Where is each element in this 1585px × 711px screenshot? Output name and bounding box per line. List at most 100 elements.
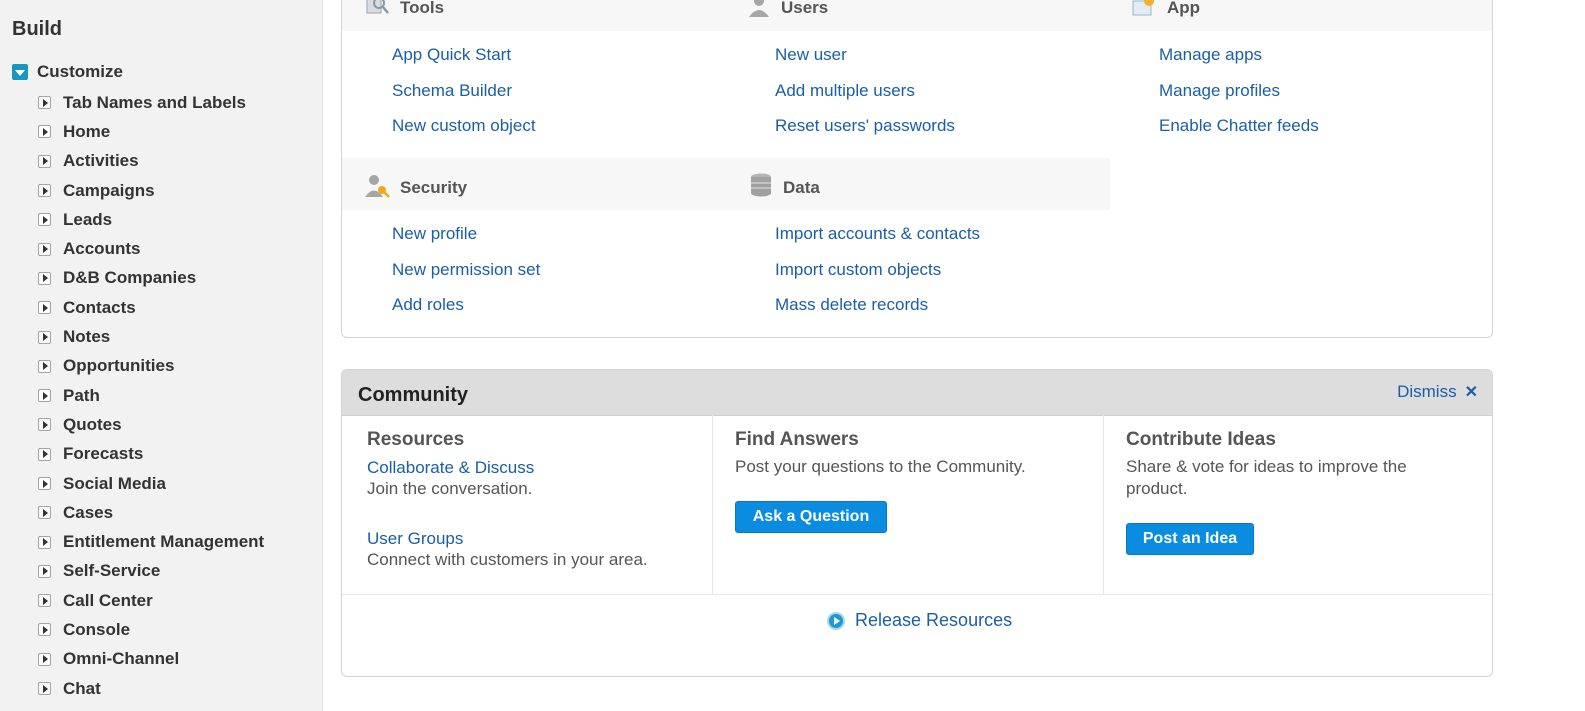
sidebar-item[interactable]: Notes — [38, 322, 264, 351]
sidebar-item-label[interactable]: Omni-Channel — [63, 649, 179, 669]
dismiss-button[interactable]: Dismiss ✕ — [1397, 382, 1478, 402]
new-permission-set-link[interactable]: New permission set — [392, 260, 540, 280]
expand-icon[interactable] — [38, 418, 51, 432]
sidebar-item[interactable]: Call Center — [38, 586, 264, 615]
new-custom-object-link[interactable]: New custom object — [392, 116, 536, 136]
sidebar-item-label[interactable]: Forecasts — [63, 444, 143, 464]
sidebar-item-label[interactable]: Leads — [63, 210, 112, 230]
release-resources-label[interactable]: Release Resources — [855, 610, 1012, 631]
sidebar-item[interactable]: Console — [38, 615, 264, 644]
community-header: Community Dismiss ✕ — [342, 370, 1492, 416]
sidebar-item-label[interactable]: Quotes — [63, 415, 122, 435]
sidebar-customize[interactable]: Customize — [12, 62, 123, 82]
resources-text-1: Join the conversation. — [367, 479, 533, 498]
sidebar-item[interactable]: Forecasts — [38, 440, 264, 469]
reset-passwords-link[interactable]: Reset users' passwords — [775, 116, 955, 136]
contribute-ideas-text: Share & vote for ideas to improve the pr… — [1126, 457, 1407, 498]
expand-icon[interactable] — [38, 184, 51, 198]
dismiss-label[interactable]: Dismiss — [1397, 382, 1457, 402]
expand-icon[interactable] — [38, 564, 51, 578]
sidebar-item-label[interactable]: Path — [63, 386, 100, 406]
import-custom-objects-link[interactable]: Import custom objects — [775, 260, 941, 280]
sidebar-item[interactable]: Contacts — [38, 293, 264, 322]
new-user-link[interactable]: New user — [775, 45, 847, 65]
collaborate-link[interactable]: Collaborate & Discuss — [367, 458, 534, 478]
sidebar-item[interactable]: Leads — [38, 205, 264, 234]
sidebar-item-label[interactable]: D&B Companies — [63, 268, 196, 288]
release-resources-link[interactable]: Release Resources — [827, 610, 1012, 631]
sidebar-item[interactable]: Opportunities — [38, 352, 264, 381]
app-quick-start-link[interactable]: App Quick Start — [392, 45, 511, 65]
column-divider — [712, 415, 713, 594]
play-icon[interactable] — [827, 611, 845, 630]
sidebar-item-label[interactable]: Social Media — [63, 474, 166, 494]
sidebar-item-label[interactable]: Notes — [63, 327, 110, 347]
customize-list: Tab Names and Labels Home Activities Cam… — [38, 88, 264, 703]
sidebar-item-label[interactable]: Opportunities — [63, 356, 174, 376]
sidebar-item[interactable]: Campaigns — [38, 176, 264, 205]
sidebar-item[interactable]: Self-Service — [38, 557, 264, 586]
sidebar-item-label[interactable]: Home — [63, 122, 110, 142]
expand-icon[interactable] — [38, 652, 51, 666]
sidebar-item-label[interactable]: Tab Names and Labels — [63, 93, 246, 113]
expand-icon[interactable] — [38, 96, 51, 110]
sidebar-item-label[interactable]: Chat — [63, 679, 101, 699]
sidebar-item[interactable]: Chat — [38, 674, 264, 703]
user-groups-link[interactable]: User Groups — [367, 529, 463, 549]
expand-icon[interactable] — [38, 389, 51, 403]
sidebar-item[interactable]: Activities — [38, 147, 264, 176]
customize-label[interactable]: Customize — [37, 62, 123, 82]
import-accounts-link[interactable]: Import accounts & contacts — [775, 224, 980, 244]
expand-icon[interactable] — [38, 535, 51, 549]
expand-icon[interactable] — [38, 154, 51, 168]
sidebar-item[interactable]: Quotes — [38, 410, 264, 439]
community-title: Community — [358, 384, 468, 406]
sidebar-item[interactable]: Social Media — [38, 469, 264, 498]
expand-icon[interactable] — [38, 359, 51, 373]
sidebar-item[interactable]: Home — [38, 117, 264, 146]
expand-icon[interactable] — [38, 594, 51, 608]
enable-chatter-link[interactable]: Enable Chatter feeds — [1159, 116, 1319, 136]
mass-delete-link[interactable]: Mass delete records — [775, 295, 928, 315]
sidebar-item-label[interactable]: Activities — [63, 151, 139, 171]
sidebar-item[interactable]: Tab Names and Labels — [38, 88, 264, 117]
ask-question-button[interactable]: Ask a Question — [735, 501, 887, 533]
sidebar-item[interactable]: Accounts — [38, 234, 264, 263]
sidebar-item[interactable]: Entitlement Management — [38, 527, 264, 556]
sidebar-item[interactable]: D&B Companies — [38, 264, 264, 293]
manage-profiles-link[interactable]: Manage profiles — [1159, 81, 1280, 101]
sidebar-item-label[interactable]: Contacts — [63, 298, 136, 318]
expand-icon[interactable] — [38, 447, 51, 461]
sidebar-item-label[interactable]: Self-Service — [63, 561, 160, 581]
new-profile-link[interactable]: New profile — [392, 224, 477, 244]
sidebar-item-label[interactable]: Cases — [63, 503, 113, 523]
expand-icon[interactable] — [38, 682, 51, 696]
expand-icon[interactable] — [38, 477, 51, 490]
sidebar-item-label[interactable]: Campaigns — [63, 181, 155, 201]
expand-icon[interactable] — [38, 623, 51, 637]
quick-links-card: Tools Users App App Quick Start Schema B… — [341, 0, 1493, 338]
add-multiple-users-link[interactable]: Add multiple users — [775, 81, 915, 101]
expand-icon[interactable] — [38, 301, 51, 315]
community-card: Community Dismiss ✕ Resources Collaborat… — [341, 369, 1493, 677]
collapse-icon[interactable] — [12, 64, 28, 80]
sidebar-item[interactable]: Omni-Channel — [38, 645, 264, 674]
expand-icon[interactable] — [38, 213, 51, 227]
expand-icon[interactable] — [38, 506, 51, 520]
manage-apps-link[interactable]: Manage apps — [1159, 45, 1262, 65]
expand-icon[interactable] — [38, 242, 51, 256]
expand-icon[interactable] — [38, 330, 51, 344]
expand-icon[interactable] — [38, 125, 51, 139]
post-idea-button[interactable]: Post an Idea — [1126, 523, 1254, 555]
add-roles-link[interactable]: Add roles — [392, 295, 464, 315]
close-icon[interactable]: ✕ — [1465, 382, 1478, 402]
expand-icon[interactable] — [38, 271, 51, 285]
sidebar-item[interactable]: Path — [38, 381, 264, 410]
sidebar-item[interactable]: Cases — [38, 498, 264, 527]
sidebar-item-label[interactable]: Entitlement Management — [63, 532, 264, 552]
sidebar-item-label[interactable]: Accounts — [63, 239, 140, 259]
schema-builder-link[interactable]: Schema Builder — [392, 81, 512, 101]
contribute-ideas-title: Contribute Ideas — [1126, 429, 1276, 450]
sidebar-item-label[interactable]: Call Center — [63, 591, 153, 611]
sidebar-item-label[interactable]: Console — [63, 620, 130, 640]
